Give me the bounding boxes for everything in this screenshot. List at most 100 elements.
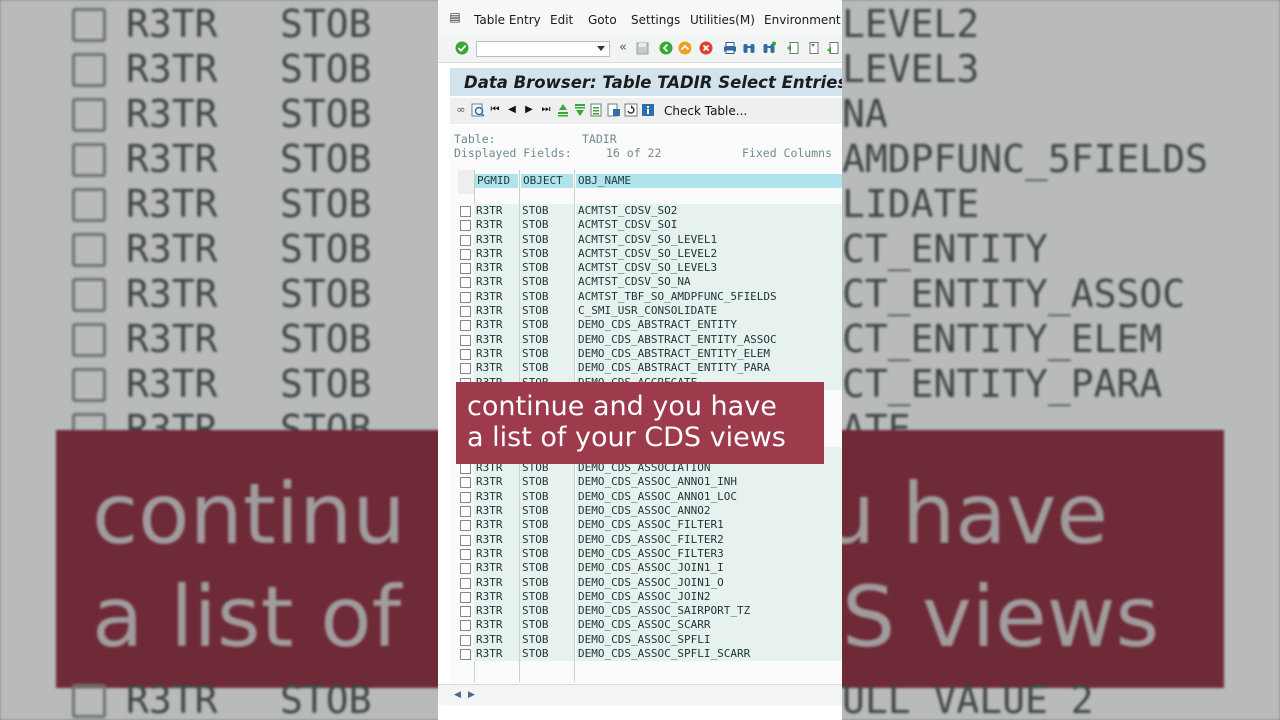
row-checkbox[interactable] [460,248,471,260]
filter-icon[interactable] [590,103,604,117]
menu-goto[interactable]: Goto [588,13,617,27]
cancel-icon[interactable] [699,41,713,55]
table-row[interactable]: R3TR STOB DEMO_CDS_ASSOC_SPFLI [458,632,842,648]
cell-object: STOB [520,361,574,376]
last-entry-icon[interactable]: ⏭ [539,103,553,117]
row-checkbox[interactable] [460,491,471,503]
first-page-icon[interactable] [786,41,800,55]
row-checkbox[interactable] [460,277,471,289]
column-header-pgmid[interactable]: PGMID [475,174,518,188]
cell-pgmid: R3TR [474,647,519,662]
table-row[interactable]: R3TR STOB DEMO_CDS_ABSTRACT_ENTITY [458,318,842,333]
video-caption: continue and you have a list of your CDS… [456,382,824,464]
command-field[interactable] [476,41,610,57]
row-checkbox[interactable] [460,620,471,632]
row-checkbox[interactable] [460,477,471,489]
glasses-icon[interactable]: ∞ [454,103,468,117]
row-checkbox[interactable] [460,348,471,360]
row-checkbox[interactable] [460,649,471,661]
row-checkbox[interactable] [460,634,471,646]
row-checkbox[interactable] [460,220,471,232]
horizontal-scrollbar[interactable]: ◀ ▶ [438,684,842,705]
row-checkbox[interactable] [460,534,471,546]
menu-settings[interactable]: Settings [631,13,680,27]
table-row[interactable]: R3TR STOB ACMTST_CDSV_SOI [458,218,842,233]
row-checkbox[interactable] [460,206,471,217]
sort-descending-icon[interactable] [573,103,587,117]
chevron-down-icon[interactable] [597,46,605,51]
row-checkbox[interactable] [460,506,471,518]
table-row[interactable]: R3TR STOB DEMO_CDS_ASSOC_SPFLI_SCARR [458,647,842,662]
column-header-obj-name[interactable]: OBJ_NAME [576,174,842,188]
previous-entry-icon[interactable]: ◀ [505,103,519,117]
table-row[interactable]: R3TR STOB DEMO_CDS_ASSOC_JOIN2 [458,589,842,605]
table-row[interactable]: R3TR STOB ACMTST_CDSV_SO_NA [458,275,842,290]
scroll-left-icon[interactable]: ◀ [454,690,461,700]
row-checkbox[interactable] [460,548,471,560]
table-row[interactable]: R3TR STOB DEMO_CDS_ASSOC_ANNO2 [458,504,842,519]
table-row[interactable]: R3TR STOB C_SMI_USR_CONSOLIDATE [458,304,842,319]
table-row[interactable]: R3TR STOB DEMO_CDS_ASSOC_FILTER1 [458,518,842,533]
row-checkbox[interactable] [460,306,471,318]
row-checkbox[interactable] [460,363,471,375]
back-icon[interactable] [659,41,673,55]
cell-obj-name: C_SMI_USR_CONSOLIDATE [576,304,842,319]
sort-ascending-icon[interactable] [556,103,570,117]
table-row[interactable]: R3TR STOB ACMTST_CDSV_SO_LEVEL2 [458,246,842,262]
row-checkbox[interactable] [460,577,471,589]
table-row[interactable]: R3TR STOB ACMTST_CDSV_SO2 [458,204,842,219]
table-row[interactable]: R3TR STOB DEMO_CDS_ASSOC_SAIRPORT_TZ [458,604,842,619]
check-table-button[interactable]: Check Table... [664,104,747,118]
table-row[interactable]: R3TR STOB DEMO_CDS_ASSOC_ANNO1_LOC [458,489,842,505]
column-header-object[interactable]: OBJECT [521,174,573,188]
scroll-right-icon[interactable]: ▶ [468,690,475,700]
previous-page-icon[interactable] [806,41,820,55]
select-all-column[interactable] [458,170,475,194]
table-row[interactable]: R3TR STOB DEMO_CDS_ASSOC_JOIN1_O [458,575,842,590]
info-icon[interactable] [641,103,655,117]
row-checkbox[interactable] [460,234,471,246]
row-checkbox[interactable] [460,463,471,475]
row-checkbox[interactable] [460,606,471,618]
next-entry-icon[interactable]: ▶ [522,103,536,117]
cell-object: STOB [520,275,574,290]
collapse-icon[interactable]: « [616,41,630,55]
menu-environment[interactable]: Environment [764,13,841,27]
row-checkbox[interactable] [460,263,471,275]
table-row[interactable]: R3TR STOB ACMTST_CDSV_SO_LEVEL3 [458,261,842,276]
cell-object: STOB [520,489,574,505]
table-row[interactable]: R3TR STOB DEMO_CDS_ASSOC_FILTER3 [458,546,842,562]
menu-table-entry[interactable]: Table Entry [474,13,541,27]
row-checkbox[interactable] [460,563,471,575]
menu-edit[interactable]: Edit [550,13,573,27]
enter-icon[interactable] [455,41,469,55]
table-row[interactable]: R3TR STOB DEMO_CDS_ABSTRACT_ENTITY_ELEM [458,346,842,362]
table-row[interactable]: R3TR STOB DEMO_CDS_ASSOC_SCARR [458,618,842,633]
table-row[interactable]: R3TR STOB DEMO_CDS_ABSTRACT_ENTITY_PARA [458,361,842,376]
save-icon[interactable] [635,41,649,55]
first-entry-icon[interactable]: ⏮ [488,103,502,117]
exit-icon[interactable] [678,41,692,55]
table-row[interactable]: R3TR STOB ACMTST_TBF_SO_AMDPFUNC_5FIELDS [458,289,842,305]
table-row[interactable]: R3TR STOB DEMO_CDS_ASSOC_JOIN1_I [458,561,842,576]
find-next-icon[interactable] [762,41,776,55]
table-row[interactable]: R3TR STOB DEMO_CDS_ABSTRACT_ENTITY_ASSOC [458,332,842,347]
table-row[interactable]: R3TR STOB ACMTST_CDSV_SO_LEVEL1 [458,232,842,247]
table-row[interactable]: R3TR STOB DEMO_CDS_ASSOC_FILTER2 [458,532,842,547]
display-details-icon[interactable] [471,103,485,117]
row-checkbox[interactable] [460,334,471,346]
menu-utilities[interactable]: Utilities(M) [690,13,755,27]
cell-object: STOB [520,218,574,233]
find-icon[interactable] [742,41,756,55]
print-icon[interactable] [723,41,737,55]
menu-icon[interactable]: ▤ [448,10,462,24]
row-checkbox[interactable] [460,591,471,603]
row-checkbox[interactable] [460,520,471,532]
next-page-icon[interactable] [826,41,840,55]
row-checkbox[interactable] [460,291,471,303]
cell-pgmid: R3TR [474,518,519,533]
row-checkbox[interactable] [460,320,471,332]
layout-icon[interactable] [607,103,621,117]
refresh-icon[interactable] [624,103,638,117]
table-row[interactable]: R3TR STOB DEMO_CDS_ASSOC_ANNO1_INH [458,475,842,490]
